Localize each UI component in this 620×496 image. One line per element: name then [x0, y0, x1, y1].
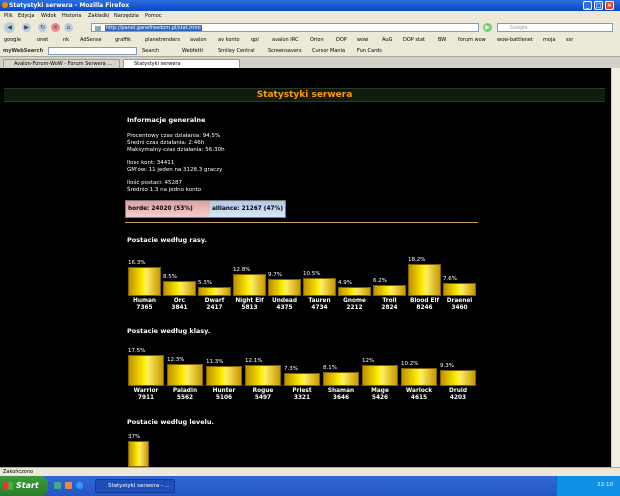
- bookmark-item[interactable]: DOP stat: [403, 37, 425, 43]
- menu-edit[interactable]: Edycja: [18, 13, 35, 19]
- url-bar[interactable]: http://panel.ganefreedom.pl/stat.html: [91, 23, 479, 32]
- toolbar-search-input[interactable]: [48, 47, 137, 55]
- toolbar-cursormania[interactable]: Cursor Mania: [312, 48, 345, 54]
- status-bar: Zakończono: [0, 467, 620, 476]
- bookmark-item[interactable]: AdSense: [80, 37, 102, 43]
- menu-bookmarks[interactable]: Zakładki: [88, 13, 109, 19]
- quicklaunch-icon[interactable]: [65, 482, 72, 489]
- go-button[interactable]: ▶: [483, 23, 492, 32]
- bookmark-item[interactable]: forum wow: [458, 37, 486, 43]
- search-placeholder: Google: [510, 25, 528, 31]
- search-input[interactable]: Google: [497, 23, 613, 32]
- navigation-bar: ◀ ▶ ↻ × ⌂ http://panel.ganefreedom.pl/st…: [0, 20, 620, 34]
- back-button[interactable]: ◀: [4, 22, 15, 33]
- start-button[interactable]: Start: [0, 476, 48, 496]
- bookmark-item[interactable]: qpl: [251, 37, 259, 43]
- bookmark-item[interactable]: av konto: [218, 37, 240, 43]
- vertical-scrollbar[interactable]: [611, 68, 620, 467]
- firefox-icon: [2, 2, 8, 8]
- bookmark-item[interactable]: google: [4, 37, 21, 43]
- forward-button[interactable]: ▶: [22, 23, 31, 32]
- taskbar-task-firefox[interactable]: Statystyki serwera - ...: [95, 479, 175, 493]
- chart-bar: [128, 441, 149, 467]
- reload-button[interactable]: ↻: [38, 23, 47, 32]
- close-button[interactable]: ×: [605, 1, 614, 10]
- quicklaunch-icon[interactable]: [76, 482, 83, 489]
- start-label: Start: [16, 481, 39, 490]
- menu-help[interactable]: Pomoc: [145, 13, 162, 19]
- bookmark-item[interactable]: BW: [438, 37, 446, 43]
- toolbar-webfetti[interactable]: Webfetti: [182, 48, 203, 54]
- toolbar-search[interactable]: Search: [142, 48, 159, 54]
- url-text: http://panel.ganefreedom.pl/stat.html: [105, 25, 202, 31]
- firefox-window: Statystyki serwera - Mozilla Firefox _ □…: [0, 0, 620, 496]
- bookmark-item[interactable]: wow-battlenet: [497, 37, 533, 43]
- tab-stats[interactable]: Statystyki serwera: [123, 59, 240, 68]
- quicklaunch-icon[interactable]: [54, 482, 61, 489]
- bar-percent-label: 37%: [128, 434, 141, 441]
- bookmarks-toolbar: google onet nk AdSense graffik planetren…: [0, 34, 620, 45]
- system-tray: 22:10: [556, 476, 620, 496]
- clock: 22:10: [597, 482, 613, 488]
- bookmark-item[interactable]: avalon IRC: [272, 37, 298, 43]
- bookmark-item[interactable]: DOP: [336, 37, 347, 43]
- tab-strip: Avalon-Forum-WoW - Forum Serwera ... Sta…: [0, 57, 620, 68]
- bookmark-item[interactable]: graffik: [115, 37, 131, 43]
- tab-forum[interactable]: Avalon-Forum-WoW - Forum Serwera ...: [3, 59, 120, 68]
- status-text: Zakończono: [3, 469, 34, 475]
- menu-bar: Plik Edycja Widok Historia Zakładki Narz…: [0, 11, 620, 20]
- toolbar-screensavers[interactable]: Screensavers: [268, 48, 302, 54]
- menu-tools[interactable]: Narzędzia: [114, 13, 139, 19]
- site-icon: [95, 26, 101, 31]
- page-content: Statystyki serwera Informacje generalne …: [0, 68, 611, 467]
- windows-logo-icon: [4, 482, 13, 490]
- title-bar: Statystyki serwera - Mozilla Firefox _ □…: [0, 0, 620, 11]
- mywebsearch-toolbar: myWebSearch Search Webfetti Smiley Centr…: [0, 45, 620, 57]
- menu-file[interactable]: Plik: [4, 13, 13, 19]
- toolbar-funcards[interactable]: Fun Cards: [357, 48, 382, 54]
- toolbar-smiley[interactable]: Smiley Central: [218, 48, 255, 54]
- stop-button[interactable]: ×: [51, 23, 60, 32]
- bookmark-item[interactable]: planetrenders: [145, 37, 180, 43]
- toolbar-brand: myWebSearch: [3, 48, 44, 54]
- bookmark-item[interactable]: avalon: [190, 37, 207, 43]
- bookmark-item[interactable]: AuG: [382, 37, 392, 43]
- maximize-button[interactable]: □: [594, 1, 603, 10]
- bookmark-item[interactable]: wow: [357, 37, 368, 43]
- window-title: Statystyki serwera - Mozilla Firefox: [9, 2, 130, 9]
- menu-history[interactable]: Historia: [62, 13, 81, 19]
- home-button[interactable]: ⌂: [64, 23, 73, 32]
- bookmark-item[interactable]: ssr: [566, 37, 573, 43]
- menu-view[interactable]: Widok: [41, 13, 56, 19]
- bookmark-item[interactable]: nk: [63, 37, 69, 43]
- bookmark-item[interactable]: moja: [543, 37, 555, 43]
- levels-chart: 37%: [0, 68, 611, 467]
- bookmark-item[interactable]: onet: [37, 37, 48, 43]
- minimize-button[interactable]: _: [583, 1, 592, 10]
- bookmark-item[interactable]: Orion: [310, 37, 324, 43]
- taskbar: Start Statystyki serwera - ... 22:10: [0, 476, 620, 496]
